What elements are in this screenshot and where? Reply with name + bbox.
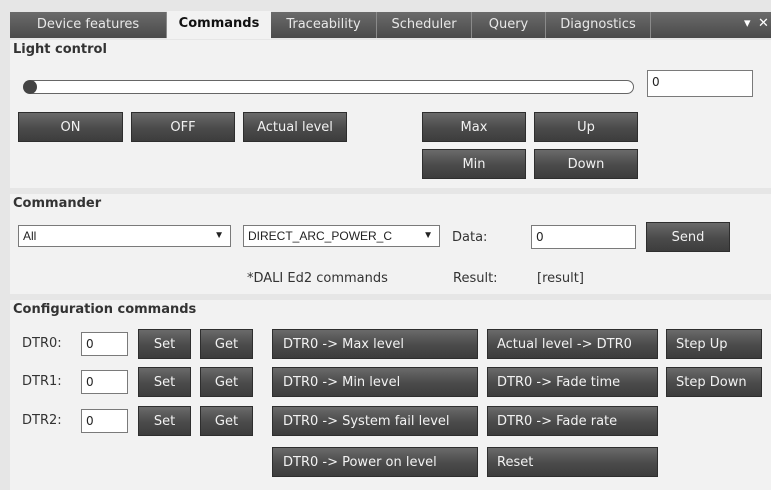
result-value: [result] (537, 271, 584, 286)
close-icon[interactable]: ✕ (758, 16, 769, 31)
light-control-panel: Light control (10, 40, 771, 188)
up-button[interactable]: Up (534, 112, 638, 142)
actual-level-to-dtr0-button[interactable]: Actual level -> DTR0 (487, 329, 658, 359)
address-select-value: All (23, 229, 37, 243)
tab-query[interactable]: Query (472, 12, 546, 38)
chevron-down-icon: ▼ (214, 230, 224, 241)
dtr1-set-button[interactable]: Set (138, 367, 191, 397)
dtr0-to-system-fail-level-button[interactable]: DTR0 -> System fail level (272, 406, 478, 436)
address-select[interactable]: All ▼ (18, 225, 231, 247)
step-up-button[interactable]: Step Up (666, 329, 762, 359)
commander-title: Commander (13, 196, 102, 211)
dtr0-to-fade-rate-button[interactable]: DTR0 -> Fade rate (487, 406, 658, 436)
data-field[interactable]: 0 (531, 225, 636, 249)
command-select-value: DIRECT_ARC_POWER_C (248, 229, 393, 243)
tab-commands[interactable]: Commands (167, 11, 271, 39)
light-control-title: Light control (13, 42, 107, 57)
dtr1-label: DTR1: (22, 374, 62, 389)
down-button[interactable]: Down (534, 149, 638, 179)
tab-bar: Device features Commands Traceability Sc… (0, 0, 771, 40)
tab-scheduler[interactable]: Scheduler (377, 12, 472, 38)
result-label: Result: (453, 271, 498, 286)
chevron-down-icon: ▼ (423, 230, 433, 241)
dtr1-get-button[interactable]: Get (200, 367, 253, 397)
reset-button[interactable]: Reset (487, 447, 658, 477)
pin-icon[interactable]: ▾ (744, 16, 751, 31)
dtr2-get-button[interactable]: Get (200, 406, 253, 436)
dtr0-field[interactable]: 0 (81, 332, 128, 356)
window: Device features Commands Traceability Sc… (0, 0, 771, 490)
dtr0-to-min-level-button[interactable]: DTR0 -> Min level (272, 367, 478, 397)
tab-diagnostics[interactable]: Diagnostics (546, 12, 651, 38)
off-button[interactable]: OFF (131, 112, 235, 142)
step-down-button[interactable]: Step Down (666, 367, 762, 397)
tab-traceability[interactable]: Traceability (271, 12, 377, 38)
actual-level-button[interactable]: Actual level (243, 112, 347, 142)
dtr0-get-button[interactable]: Get (200, 329, 253, 359)
dtr0-to-power-on-level-button[interactable]: DTR0 -> Power on level (272, 447, 478, 477)
dtr0-set-button[interactable]: Set (138, 329, 191, 359)
tab-device-features[interactable]: Device features (10, 12, 167, 38)
dtr0-to-max-level-button[interactable]: DTR0 -> Max level (272, 329, 478, 359)
data-label: Data: (452, 230, 488, 245)
configuration-title: Configuration commands (13, 302, 197, 317)
tab-strip: Device features Commands Traceability Sc… (10, 11, 771, 39)
level-slider[interactable] (26, 80, 634, 94)
dtr0-label: DTR0: (22, 336, 62, 351)
min-button[interactable]: Min (422, 149, 526, 179)
dtr2-set-button[interactable]: Set (138, 406, 191, 436)
send-button[interactable]: Send (646, 222, 730, 252)
dtr1-field[interactable]: 0 (81, 370, 128, 394)
command-select[interactable]: DIRECT_ARC_POWER_C ▼ (243, 225, 440, 247)
dtr2-label: DTR2: (22, 413, 62, 428)
level-slider-thumb[interactable] (23, 80, 37, 94)
level-value-field[interactable]: 0 (647, 70, 753, 97)
dtr2-field[interactable]: 0 (81, 409, 128, 433)
dtr0-to-fade-time-button[interactable]: DTR0 -> Fade time (487, 367, 658, 397)
dali-ed2-note: *DALI Ed2 commands (247, 271, 388, 286)
on-button[interactable]: ON (18, 112, 123, 142)
max-button[interactable]: Max (422, 112, 526, 142)
